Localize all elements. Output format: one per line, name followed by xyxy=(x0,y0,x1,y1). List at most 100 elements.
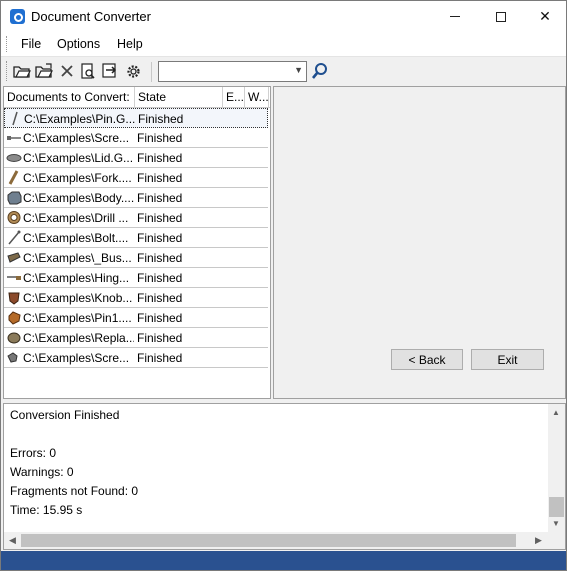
document-path: C:\Examples\Lid.G... xyxy=(23,151,134,165)
close-button[interactable]: ✕ xyxy=(522,1,566,32)
title-bar: Document Converter ✕ xyxy=(1,1,566,32)
search-button[interactable] xyxy=(309,61,331,82)
open-folder-icon[interactable] xyxy=(13,62,31,80)
table-row[interactable]: C:\Examples\Knob... Finished xyxy=(4,288,268,308)
settings-gear-icon[interactable] xyxy=(124,62,142,80)
table-row[interactable]: C:\Examples\Bolt.... Finished xyxy=(4,228,268,248)
body-part-icon xyxy=(6,190,22,205)
document-state: Finished xyxy=(138,112,184,126)
bolt-part-icon xyxy=(6,230,22,245)
open-folders-icon[interactable] xyxy=(35,62,53,80)
scroll-right-icon[interactable]: ▶ xyxy=(535,535,542,546)
document-path: C:\Examples\Pin1.... xyxy=(23,311,132,325)
document-path: C:\Examples\Repla... xyxy=(23,331,134,345)
table-row[interactable]: C:\Examples\Drill ... Finished xyxy=(4,208,268,228)
log-line: Conversion Finished xyxy=(10,408,120,422)
menu-file[interactable]: File xyxy=(21,37,41,51)
document-path: C:\Examples\Scre... xyxy=(23,351,130,365)
menu-bar: File Options Help xyxy=(1,32,566,56)
toolbar-grip xyxy=(6,61,9,81)
maximize-icon xyxy=(496,11,506,22)
scroll-thumb[interactable] xyxy=(21,534,516,547)
knob-part-icon xyxy=(6,290,22,305)
document-state: Finished xyxy=(137,131,183,145)
table-row[interactable]: C:\Examples\Pin1.... Finished xyxy=(4,308,268,328)
log-output[interactable]: Conversion Finished Errors: 0 Warnings: … xyxy=(3,403,566,550)
replace-part-icon xyxy=(6,330,22,345)
search-input[interactable] xyxy=(161,63,289,80)
bus-part-icon xyxy=(6,250,22,265)
chevron-down-icon[interactable]: ▼ xyxy=(294,65,303,75)
fork-part-icon xyxy=(6,170,22,185)
pin-part-icon xyxy=(7,111,23,126)
table-row[interactable]: C:\Examples\Scre... Finished xyxy=(4,348,268,368)
column-header-state[interactable]: State xyxy=(135,87,223,108)
hinge-part-icon xyxy=(6,270,22,285)
table-row[interactable]: C:\Examples\Body.... Finished xyxy=(4,188,268,208)
document-path: C:\Examples\Hing... xyxy=(23,271,130,285)
print-preview-icon[interactable] xyxy=(79,62,97,80)
table-row[interactable]: C:\Examples\Repla... Finished xyxy=(4,328,268,348)
document-state: Finished xyxy=(137,211,183,225)
document-state: Finished xyxy=(137,231,183,245)
exit-button[interactable]: Exit xyxy=(471,349,544,370)
lid-part-icon xyxy=(6,150,22,165)
screw-part-icon xyxy=(6,130,22,145)
minimize-button[interactable] xyxy=(432,1,478,32)
document-state: Finished xyxy=(137,251,183,265)
document-path: C:\Examples\Bolt.... xyxy=(23,231,129,245)
scroll-left-icon[interactable]: ◀ xyxy=(9,535,16,546)
document-converter-window: Document Converter ✕ File Options Help ▼… xyxy=(0,0,567,571)
document-state: Finished xyxy=(137,171,183,185)
document-path: C:\Examples\Fork.... xyxy=(23,171,132,185)
document-state: Finished xyxy=(137,311,183,325)
column-header-warnings[interactable]: W... xyxy=(245,87,269,108)
app-logo-icon xyxy=(10,9,25,24)
menu-options[interactable]: Options xyxy=(57,37,100,51)
table-row[interactable]: C:\Examples\Pin.G... Finished xyxy=(4,108,268,128)
document-state: Finished xyxy=(137,271,183,285)
document-path: C:\Examples\Scre... xyxy=(23,131,130,145)
table-row[interactable]: C:\Examples\Hing... Finished xyxy=(4,268,268,288)
log-horizontal-scrollbar[interactable]: ◀ ▶ xyxy=(4,532,565,549)
scroll-thumb[interactable] xyxy=(549,497,564,517)
documents-list[interactable]: Documents to Convert: State E... W... C:… xyxy=(3,86,271,399)
list-header: Documents to Convert: State E... W... xyxy=(4,87,270,108)
document-path: C:\Examples\_Bus... xyxy=(23,251,132,265)
document-state: Finished xyxy=(137,331,183,345)
minimize-icon xyxy=(450,16,460,17)
table-row[interactable]: C:\Examples\Fork.... Finished xyxy=(4,168,268,188)
log-line: Errors: 0 xyxy=(10,446,57,460)
table-row[interactable]: C:\Examples\Lid.G... Finished xyxy=(4,148,268,168)
back-button[interactable]: < Back xyxy=(391,349,463,370)
magnifier-icon xyxy=(311,63,327,79)
document-state: Finished xyxy=(137,351,183,365)
document-path: C:\Examples\Body.... xyxy=(23,191,134,205)
window-title: Document Converter xyxy=(31,9,151,24)
scroll-down-icon[interactable]: ▼ xyxy=(552,519,560,528)
drill-part-icon xyxy=(6,210,22,225)
document-state: Finished xyxy=(137,151,183,165)
delete-icon[interactable] xyxy=(58,62,76,80)
table-row[interactable]: C:\Examples\_Bus... Finished xyxy=(4,248,268,268)
preview-panel: < Back Exit xyxy=(273,86,566,399)
menubar-grip xyxy=(6,36,9,52)
log-line: Warnings: 0 xyxy=(10,465,74,479)
scroll-up-icon[interactable]: ▲ xyxy=(552,408,560,417)
log-line: Fragments not Found: 0 xyxy=(10,484,139,498)
document-path: C:\Examples\Pin.G... xyxy=(24,112,135,126)
export-icon[interactable] xyxy=(101,62,119,80)
log-vertical-scrollbar[interactable]: ▲ ▼ xyxy=(548,404,565,532)
pin1-part-icon xyxy=(6,310,22,325)
document-state: Finished xyxy=(137,191,183,205)
toolbar: ▼ xyxy=(1,56,566,85)
menu-help[interactable]: Help xyxy=(117,37,143,51)
toolbar-separator xyxy=(151,62,152,82)
log-line: Time: 15.95 s xyxy=(10,503,83,517)
table-row[interactable]: C:\Examples\Scre... Finished xyxy=(4,128,268,148)
maximize-button[interactable] xyxy=(478,1,524,32)
column-header-documents[interactable]: Documents to Convert: xyxy=(4,87,135,108)
document-state: Finished xyxy=(137,291,183,305)
column-header-errors[interactable]: E... xyxy=(223,87,245,108)
search-combobox[interactable]: ▼ xyxy=(158,61,307,82)
